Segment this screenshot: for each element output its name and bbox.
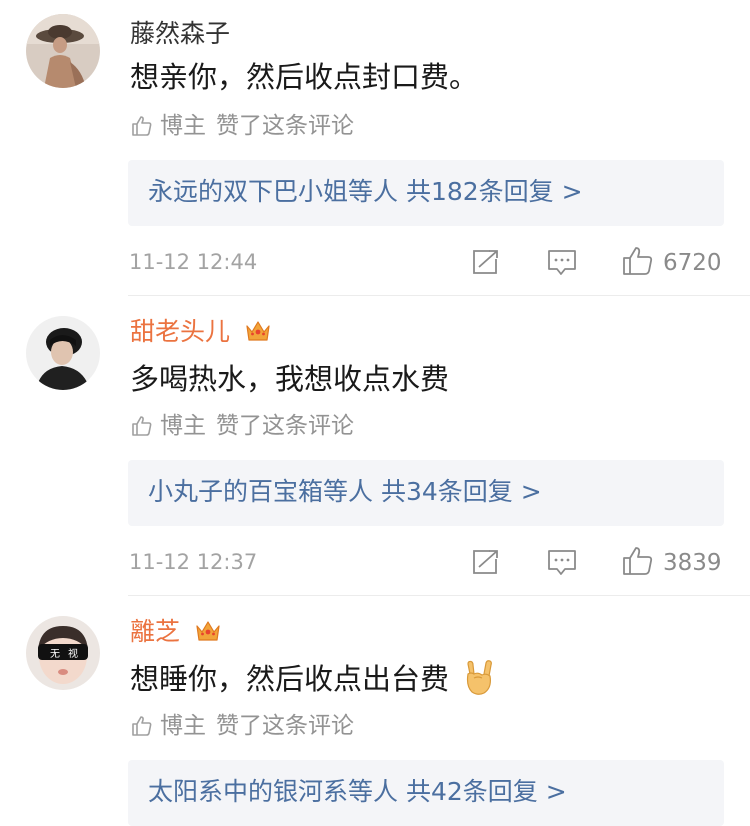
sunglasses-text-left: 无 [50,649,60,660]
author-liked: 博主 赞了这条评论 [130,711,354,741]
replies-box[interactable]: 永远的双下巴小姐等人 共182条回复 > [128,160,724,226]
comment-icon[interactable] [547,249,577,277]
avatar[interactable]: 无 视 [26,616,100,690]
comment-text: 想亲你，然后收点封口费。 [130,58,478,96]
avatar[interactable] [26,14,100,88]
comment-item: 无 视 離芝 想睡你，然后收点出台费 博主 赞了这条评论 太阳系中的银河系等人 … [0,596,750,826]
author-label: 博主 [160,413,206,439]
like-icon[interactable] [622,546,654,576]
comment-text: 想睡你，然后收点出台费 [130,660,496,698]
thumb-up-icon [132,716,152,736]
repost-icon[interactable] [470,249,500,275]
vip-crown-icon [246,321,270,341]
author-label: 博主 [160,113,206,139]
thumb-up-icon [132,116,152,136]
comment-item: 藤然森子 想亲你，然后收点封口费。 博主 赞了这条评论 永远的双下巴小姐等人 共… [0,0,750,296]
replies-link[interactable]: 小丸子的百宝箱等人 共34条回复 > [148,476,542,508]
like-count[interactable]: 6720 [663,248,722,278]
like-icon[interactable] [622,246,654,276]
comment-item: 甜老头儿 多喝热水，我想收点水费 博主 赞了这条评论 小丸子的百宝箱等人 共34… [0,296,750,596]
username[interactable]: 甜老头儿 [130,316,272,348]
liked-label: 赞了这条评论 [216,713,354,739]
sunglasses-text-right: 视 [68,647,78,660]
like-count[interactable]: 3839 [663,548,722,578]
replies-box[interactable]: 小丸子的百宝箱等人 共34条回复 > [128,460,724,526]
vip-crown-icon [196,621,220,641]
username-text[interactable]: 藤然森子 [130,19,230,48]
avatar[interactable] [26,316,100,390]
comment-text: 多喝热水，我想收点水费 [130,360,449,398]
timestamp: 11-12 12:37 [129,550,258,574]
author-liked: 博主 赞了这条评论 [130,111,354,141]
liked-label: 赞了这条评论 [216,413,354,439]
rock-hand-emoji [467,660,493,695]
thumb-up-icon [132,416,152,436]
comment-text-content: 多喝热水，我想收点水费 [130,362,450,396]
username[interactable]: 離芝 [130,616,222,648]
username-text[interactable]: 離芝 [130,617,180,646]
author-label: 博主 [160,713,206,739]
username[interactable]: 藤然森子 [130,18,230,50]
comment-icon[interactable] [547,549,577,577]
replies-box[interactable]: 太阳系中的银河系等人 共42条回复 > [128,760,724,826]
comment-text-content: 想亲你，然后收点封口费。 [130,60,479,94]
comment-text-content: 想睡你，然后收点出台费 [130,662,450,696]
repost-icon[interactable] [470,549,500,575]
author-liked: 博主 赞了这条评论 [130,411,354,441]
timestamp: 11-12 12:44 [129,250,258,274]
username-text[interactable]: 甜老头儿 [130,317,230,346]
liked-label: 赞了这条评论 [216,113,354,139]
replies-link[interactable]: 太阳系中的银河系等人 共42条回复 > [148,776,567,808]
replies-link[interactable]: 永远的双下巴小姐等人 共182条回复 > [148,176,583,208]
